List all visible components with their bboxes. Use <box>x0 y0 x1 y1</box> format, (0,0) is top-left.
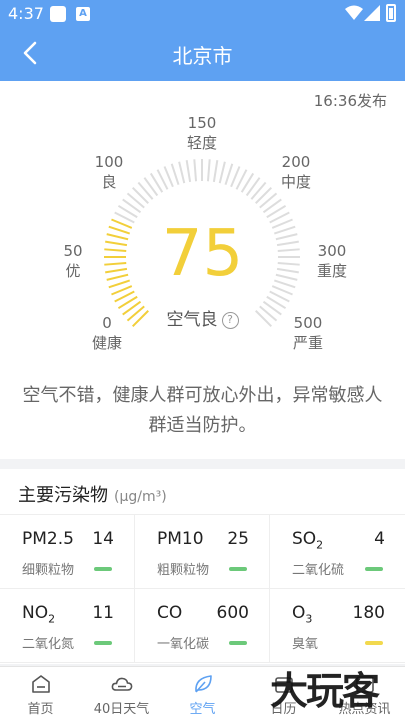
scale-label-150: 150 轻度 <box>172 113 232 153</box>
pollutant-cell[interactable]: CO 600 一氧化碳 <box>135 589 270 663</box>
scale-name: 良 <box>101 173 117 191</box>
pollutant-cn-name: 一氧化碳 <box>157 637 210 652</box>
notification-icon <box>50 6 66 22</box>
nav-air[interactable]: 空气 <box>162 667 243 720</box>
wifi-icon <box>345 5 363 20</box>
pollutant-cell[interactable]: SO2 4 二氧化硫 <box>270 515 405 589</box>
home-icon <box>32 675 50 693</box>
pollutant-subscript: 2 <box>316 538 324 552</box>
scale-name: 轻度 <box>186 134 217 152</box>
pollutants-grid: PM2.5 14 细颗粒物 PM10 25 粗颗粒物 SO2 4 二氧化硫 NO2 11 二氧化氮 CO… <box>0 514 405 663</box>
gauge-tick <box>212 160 219 183</box>
pollutant-cn-name: 臭氧 <box>292 637 319 652</box>
pollutant-cell[interactable]: PM2.5 14 细颗粒物 <box>0 515 135 589</box>
pollutants-header: 主要污染物 (μg/m³) <box>18 481 167 507</box>
nav-home[interactable]: 首页 <box>0 667 81 720</box>
pollutant-cell[interactable]: PM10 25 粗颗粒物 <box>135 515 270 589</box>
nav-label: 首页 <box>27 702 54 717</box>
status-time: 4:37 <box>8 4 44 23</box>
pollutants-title: 主要污染物 <box>18 485 108 506</box>
status-bar: 4:37 A <box>0 0 405 28</box>
scale-label-100: 100 良 <box>79 152 139 192</box>
top-bar: 4:37 A 北京市 <box>0 0 405 81</box>
scale-value: 100 <box>94 153 124 171</box>
help-icon[interactable]: ? <box>221 312 239 329</box>
health-advice: 空气不错，健康人群可放心外出，异常敏感人群适当防护。 <box>22 385 383 436</box>
gauge-tick <box>218 161 226 184</box>
pollutants-unit: (μg/m³) <box>114 489 167 505</box>
leaf-icon <box>195 675 212 693</box>
nav-label: 空气 <box>189 702 216 717</box>
pollutant-cn-name: 二氧化硫 <box>292 563 345 578</box>
watermark-logo: 大玩客 <box>270 668 380 713</box>
pollutant-name: O3 <box>292 603 313 626</box>
gauge-tick <box>170 163 180 186</box>
pollutant-level-bar <box>94 641 112 645</box>
pollutants-card: 主要污染物 (μg/m³) PM2.5 14 细颗粒物 PM10 25 粗颗粒物 SO2 4 二氧… <box>0 469 405 664</box>
pollutant-value: 11 <box>92 603 114 623</box>
scale-name: 健康 <box>91 334 122 352</box>
pollutant-name: SO2 <box>292 529 324 552</box>
gauge-tick <box>193 159 198 182</box>
pollutant-cn-name: 二氧化氮 <box>22 637 75 652</box>
pollutant-value: 14 <box>92 529 114 549</box>
signal-icon <box>364 5 380 21</box>
pollutant-subscript: 2 <box>48 612 56 626</box>
cloud-icon <box>111 677 133 691</box>
pollutant-subscript: 3 <box>305 612 313 626</box>
pollutant-cell[interactable]: O3 180 臭氧 <box>270 589 405 663</box>
pollutant-level-bar <box>365 567 383 571</box>
page-title: 北京市 <box>172 44 233 68</box>
aqi-level: 空气良? <box>0 305 405 330</box>
gauge-tick <box>178 161 186 184</box>
pollutant-level-bar <box>229 641 247 645</box>
nav-40day[interactable]: 40日天气 <box>81 667 162 720</box>
gauge-tick <box>206 159 211 182</box>
pollutant-value: 180 <box>352 603 385 623</box>
pollutant-level-bar <box>94 567 112 571</box>
pollutant-level-bar <box>229 567 247 571</box>
pollutant-name: PM2.5 <box>22 529 74 549</box>
pollutant-cn-name: 细颗粒物 <box>22 563 75 578</box>
scale-value: 200 <box>281 153 311 171</box>
battery-icon <box>386 4 396 22</box>
app-notification-icon: A <box>76 7 90 21</box>
pollutant-level-bar <box>365 641 383 645</box>
pollutant-name: PM10 <box>157 529 204 549</box>
scale-label-200: 200 中度 <box>266 152 326 192</box>
pollutant-value: 25 <box>227 529 249 549</box>
pollutant-cn-name: 粗颗粒物 <box>157 563 210 578</box>
pollutant-value: 600 <box>216 603 249 623</box>
aqi-gauge-card: 16:36发布 0 健康 50 优 100 良 150 轻度 200 中度 30… <box>0 81 405 459</box>
scale-value: 150 <box>187 114 217 132</box>
gauge-tick <box>224 163 234 186</box>
scale-name: 严重 <box>292 334 323 352</box>
gauge-tick <box>185 160 192 183</box>
aqi-level-text: 空气良 <box>166 310 218 330</box>
pollutant-value: 4 <box>374 529 385 549</box>
pollutant-name: CO <box>157 603 183 623</box>
pollutant-cell[interactable]: NO2 11 二氧化氮 <box>0 589 135 663</box>
nav-label: 40日天气 <box>93 702 150 717</box>
app-root: 4:37 A 北京市 16:36发布 0 健康 50 优 100 良 150 轻… <box>0 0 405 720</box>
aqi-value: 75 <box>161 217 244 291</box>
scale-name: 中度 <box>280 173 311 191</box>
pollutant-name: NO2 <box>22 603 56 626</box>
